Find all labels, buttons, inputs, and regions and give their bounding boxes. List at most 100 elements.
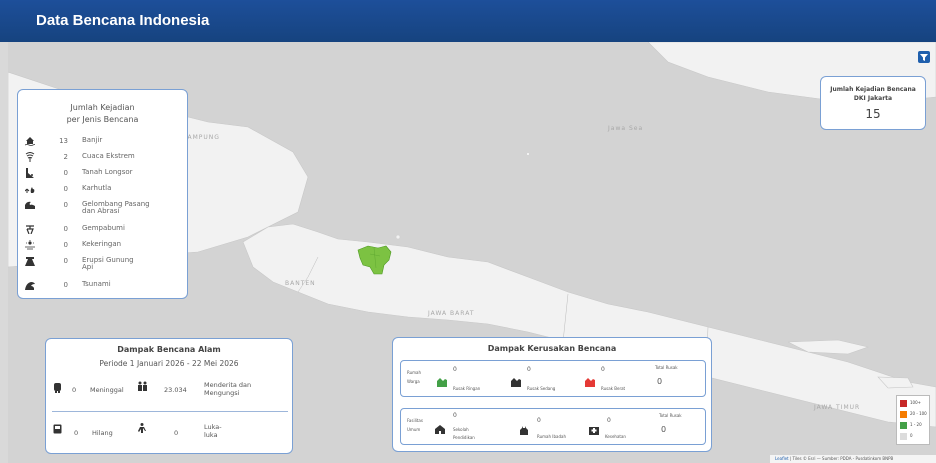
- jenis-row-tsunami: 0 Tsunami: [18, 278, 187, 294]
- legend-swatch: [900, 411, 907, 418]
- rusak-sedang-label: Rusak Sedang: [527, 386, 556, 391]
- school-icon: [435, 425, 445, 434]
- jenis-label: Karhutla: [82, 184, 112, 192]
- dki-value: 15: [865, 107, 881, 121]
- jenis-row-banjir: 13 Banjir: [18, 134, 187, 150]
- jenis-count: 0: [63, 225, 68, 233]
- meninggal-value: 0: [72, 386, 77, 394]
- map-label-lampung: LAMPUNG: [183, 134, 220, 141]
- jenis-count: 13: [59, 137, 68, 145]
- jenis-label: Erupsi Gunung Api: [82, 256, 134, 271]
- jenis-label: Gelombang Pasang dan Abrasi: [82, 200, 150, 215]
- app-header: Data Bencana Indonesia: [0, 0, 936, 42]
- jenis-row-gelombang: 0 Gelombang Pasang dan Abrasi: [18, 198, 187, 215]
- jenis-count: 2: [63, 153, 68, 161]
- earthquake-icon: [26, 225, 34, 234]
- jenis-count: 0: [63, 281, 68, 289]
- legend-swatch: [900, 422, 907, 429]
- landslide-icon: [26, 168, 34, 178]
- legend-item: 0: [900, 432, 930, 441]
- luka-label-line2: luka: [204, 431, 218, 439]
- house-medium-damage-icon: [511, 378, 521, 387]
- jenis-row-gempabumi: 0 Gempabumi: [18, 222, 187, 238]
- meninggal-label: Meninggal: [90, 386, 124, 394]
- menderita-label-line1: Menderita dan: [204, 381, 252, 389]
- forest-fire-icon: [25, 187, 35, 193]
- jenis-label: Cuaca Ekstrem: [82, 152, 135, 160]
- rusak-berat-label: Rusak Berat: [601, 386, 626, 391]
- rusak-sedang-value: 0: [527, 366, 531, 373]
- legend-label: 1 - 20: [910, 422, 922, 427]
- jenis-count: 0: [63, 201, 68, 209]
- hilang-label: Hilang: [92, 429, 113, 437]
- death-icon: [54, 383, 61, 393]
- jenis-bencana-panel: Jumlah Kejadian per Jenis Bencana 13 Ban…: [17, 89, 188, 299]
- house-light-damage-icon: [437, 378, 447, 387]
- dki-jakarta-card: Jumlah Kejadian Bencana DKI Jakarta 15: [820, 76, 926, 130]
- kesehatan-label: Kesehatan: [605, 434, 626, 439]
- pendidikan-label-line2: Pendidikan: [453, 435, 475, 440]
- map-attribution: Leaflet | Tiles © Esri — Sumber: PDDA - …: [770, 455, 936, 463]
- rusak-berat-value: 0: [601, 366, 605, 373]
- dki-title: Jumlah Kejadian Bencana DKI Jakarta: [821, 85, 925, 103]
- storm-icon: [25, 152, 35, 162]
- map-label-jawa-sea: Jawa Sea: [608, 125, 644, 132]
- fasilitas-umum-label: Fasilitas Umum: [407, 418, 423, 432]
- dki-title-line2: DKI Jakarta: [853, 95, 893, 102]
- fasilitas-umum-label-line2: Umum: [407, 427, 421, 432]
- legend-item: 20 - 100: [900, 410, 930, 419]
- jenis-count: 0: [63, 241, 68, 249]
- fasilitas-umum-label-line1: Fasilitas: [407, 418, 423, 423]
- injured-icon: [138, 423, 146, 433]
- jenis-label: Banjir: [82, 136, 103, 144]
- volcano-icon: [25, 257, 35, 266]
- ibadah-label: Rumah Ibadah: [537, 434, 566, 439]
- pendidikan-label-line1: Sekolah: [453, 427, 469, 432]
- rusak-ringan-value: 0: [453, 366, 457, 373]
- jenis-count: 0: [63, 185, 68, 193]
- dampak-kerusakan-title: Dampak Kerusakan Bencana: [487, 344, 617, 353]
- pendidikan-value: 0: [453, 412, 457, 419]
- missing-icon: [53, 424, 62, 434]
- jenis-label: Tanah Longsor: [82, 168, 133, 176]
- map-label-jawa-barat: JAWA BARAT: [428, 310, 475, 317]
- menderita-label-line2: Mengungsi: [204, 389, 240, 397]
- house-heavy-damage-icon: [585, 378, 595, 387]
- rumah-total-label: Total Rusak: [655, 365, 678, 370]
- dampak-alam-divider: [52, 411, 288, 412]
- jenis-bencana-title-line2: per Jenis Bencana: [66, 115, 139, 124]
- rumah-warga-label: Rumah Warga: [407, 370, 421, 384]
- legend-swatch: [900, 433, 907, 440]
- rumah-warga-label-line2: Warga: [407, 379, 420, 384]
- jenis-count: 0: [63, 169, 68, 177]
- jenis-count: 0: [63, 257, 68, 265]
- dampak-alam-panel: Dampak Bencana Alam Periode 1 Januari 20…: [45, 338, 293, 454]
- jenis-label: Tsunami: [82, 280, 111, 288]
- dki-title-line1: Jumlah Kejadian Bencana: [830, 86, 916, 93]
- pendidikan-label: Sekolah Pendidikan: [453, 427, 475, 440]
- tsunami-icon: [25, 282, 35, 290]
- refugee-icon: [138, 381, 147, 391]
- rumah-warga-box: Rumah Warga 0 Rusak Ringan 0 Rusak Sedan…: [400, 360, 706, 397]
- dampak-alam-title: Dampak Bencana Alam: [117, 345, 221, 354]
- jenis-row-cuaca-ekstrem: 2 Cuaca Ekstrem: [18, 150, 187, 166]
- hospital-icon: [589, 427, 599, 435]
- map-label-jawa-timur: JAWA TIMUR: [814, 404, 861, 411]
- luka-label-line1: Luka-: [204, 423, 222, 431]
- jenis-row-kekeringan: 0 Kekeringan: [18, 238, 187, 254]
- fasilitas-total-value: 0: [661, 425, 667, 434]
- worship-icon: [520, 426, 528, 435]
- filter-button[interactable]: [918, 51, 930, 63]
- jenis-bencana-title: Jumlah Kejadian per Jenis Bencana: [18, 102, 187, 126]
- leaflet-link[interactable]: Leaflet: [775, 456, 789, 461]
- fasilitas-umum-box: Fasilitas Umum 0 Sekolah Pendidikan 0 Ru…: [400, 408, 706, 445]
- jenis-row-erupsi: 0 Erupsi Gunung Api: [18, 254, 187, 271]
- drought-icon: [25, 240, 35, 250]
- jenis-row-karhutla: 0 Karhutla: [18, 182, 187, 198]
- jenis-label: Kekeringan: [82, 240, 122, 248]
- jenis-row-tanah-longsor: 0 Tanah Longsor: [18, 166, 187, 182]
- kesehatan-value: 0: [607, 417, 611, 424]
- rumah-warga-label-line1: Rumah: [407, 370, 422, 375]
- menderita-label: Menderita dan Mengungsi: [204, 381, 251, 397]
- hilang-value: 0: [74, 429, 79, 437]
